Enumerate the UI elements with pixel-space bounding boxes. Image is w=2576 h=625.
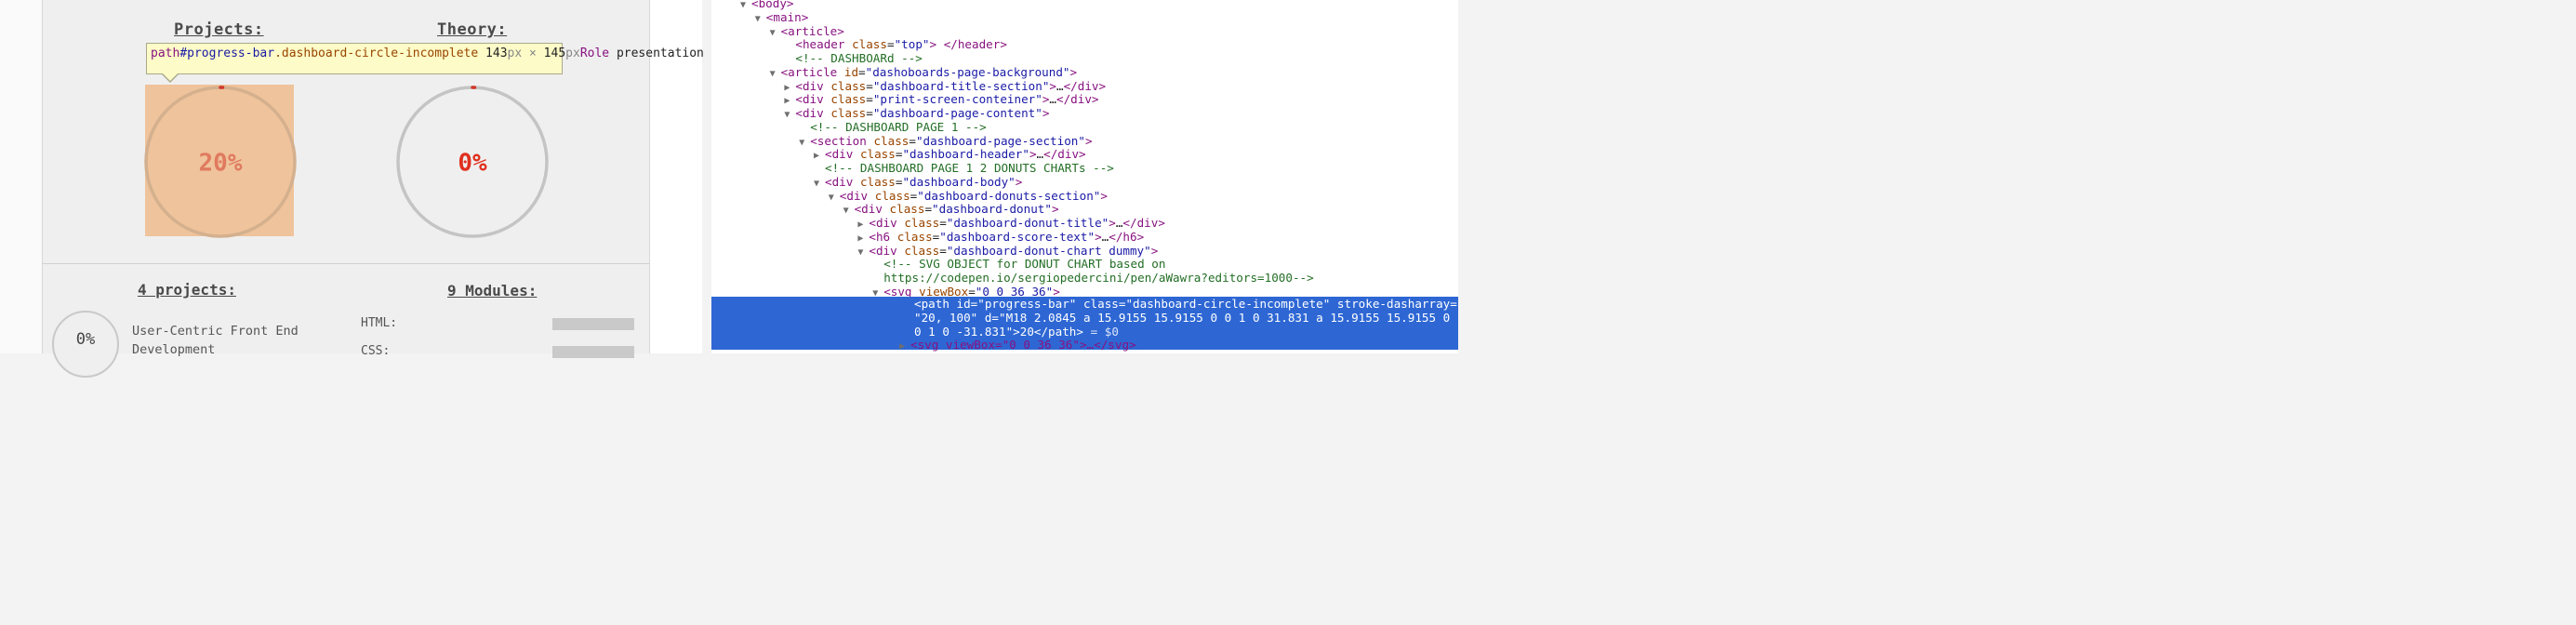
projects-count-title: 4 projects: (138, 281, 236, 299)
dom-node-line[interactable]: ▼ <body> (740, 0, 794, 10)
tooltip-arrow-fill (163, 73, 178, 81)
dom-node-line[interactable]: <header class="top"> </header> (784, 37, 1007, 51)
dom-node-line[interactable]: https://codepen.io/sergiopedercini/pen/a… (872, 271, 1314, 285)
dom-node-svg-collapsed[interactable]: ▶ <svg viewBox="0 0 36 36">…</svg> (899, 338, 1136, 352)
project-name-line-2: Development (132, 342, 216, 357)
dom-node-line[interactable]: <!-- DASHBOARD PAGE 1 2 DONUTS CHARTs --… (814, 161, 1114, 175)
collapse-triangle-icon[interactable]: ▼ (755, 12, 766, 26)
collapse-triangle-icon[interactable]: ▼ (799, 136, 810, 150)
modules-count-title: 9 Modules: (447, 282, 538, 299)
tooltip-element: path (151, 47, 180, 60)
projects-donut-chart: 20% (144, 86, 297, 238)
tooltip-id: #progress-bar (179, 47, 275, 60)
tooltip-times: × (522, 47, 544, 60)
projects-title: Projects: (174, 20, 264, 39)
dom-node-line[interactable]: <!-- SVG OBJECT for DONUT CHART based on (872, 257, 1165, 271)
collapse-triangle-icon[interactable]: ▼ (829, 191, 840, 205)
selected-node-line-1: <path id="progress-bar" class="dashboard… (914, 297, 1457, 311)
dom-node-line[interactable]: ▼ <div class="dashboard-donuts-section"> (829, 189, 1108, 203)
collapse-triangle-icon[interactable]: ▼ (740, 0, 751, 12)
collapse-triangle-icon[interactable]: ▼ (784, 108, 795, 122)
project-mini-percent: 0% (75, 330, 96, 349)
dom-node-line[interactable]: ▼ <div class="dashboard-body"> (814, 175, 1022, 189)
tooltip-role-value: presentation (616, 47, 704, 60)
page-edge (0, 0, 42, 353)
projects-percent: 20% (199, 150, 243, 178)
dom-node-line[interactable]: ▼ <article id="dashoboards-page-backgroun… (770, 65, 1078, 79)
dom-comment: <!-- DASHBOARd --> (795, 51, 923, 65)
dom-node-line[interactable]: ▶ <div class="dashboard-header">…</div> (814, 147, 1086, 161)
module-label-css: CSS: (361, 344, 391, 358)
collapse-triangle-icon[interactable]: ▼ (770, 26, 781, 40)
tooltip-height-unit: px (565, 47, 580, 60)
dom-node-text: <svg viewBox="0 0 36 36">…</svg> (910, 338, 1136, 352)
dom-node-line[interactable]: <!-- DASHBOARd --> (784, 51, 922, 65)
module-label-html: HTML: (361, 316, 398, 330)
dom-node-line[interactable]: ▼ <div class="dashboard-page-content"> (784, 106, 1049, 120)
dom-node-line[interactable]: ▼ <main> (755, 10, 809, 24)
dom-node-line[interactable]: ▶ <div class="dashboard-donut-title">…</d… (857, 216, 1165, 230)
dom-node-line[interactable]: <!-- DASHBOARD PAGE 1 --> (799, 120, 987, 134)
module-bar-css (552, 346, 634, 358)
dom-node-line[interactable]: ▶ <div class="dashboard-title-section">…<… (784, 79, 1106, 93)
tooltip-width: 143 (485, 47, 508, 60)
collapse-triangle-icon[interactable]: ▼ (770, 67, 781, 81)
collapse-triangle-icon[interactable]: ▼ (843, 204, 855, 218)
tooltip-role-label: Role (579, 47, 610, 60)
dom-node-line[interactable]: ▼ <div class="dashboard-donut"> (843, 202, 1059, 216)
dom-node-line[interactable]: ▼ <div class="dashboard-donut-chart dummy… (857, 244, 1158, 258)
dom-comment: <!-- DASHBOARD PAGE 1 --> (810, 119, 987, 134)
selected-node-line-3-text: 0 1 0 -31.831">20</path> (914, 325, 1083, 339)
theory-donut-chart: 0% (396, 86, 549, 238)
dom-node-line[interactable]: ▶ <h6 class="dashboard-score-text">…</h6> (857, 230, 1144, 244)
selected-node-suffix: = $0 (1082, 325, 1119, 339)
module-bar-html (552, 318, 634, 330)
dom-comment: <!-- SVG OBJECT for DONUT CHART based on (883, 257, 1166, 272)
tooltip-class: .dashboard-circle-incomplete (274, 47, 479, 60)
dom-comment: <!-- DASHBOARD PAGE 1 2 DONUTS CHARTs --… (825, 161, 1114, 175)
dom-node-line[interactable]: ▼ <article> (770, 24, 844, 38)
dom-node-line[interactable]: ▼ <section class="dashboard-page-section"… (799, 134, 1092, 148)
tooltip-width-unit: px (507, 47, 523, 60)
dom-node-line[interactable]: ▶ <div class="print-screen-conteiner">…</… (784, 92, 1098, 106)
dom-comment: https://codepen.io/sergiopedercini/pen/a… (883, 271, 1314, 285)
project-name-line-1: User-Centric Front End (132, 324, 299, 339)
section-divider (42, 263, 650, 264)
collapse-triangle-icon[interactable]: ▼ (857, 246, 869, 259)
theory-title: Theory: (437, 20, 508, 39)
element-tooltip: path#progress-bar.dashboard-circle-incom… (146, 43, 704, 74)
tooltip-height: 145 (543, 47, 566, 60)
selected-node-line-3: 0 1 0 -31.831">20</path> = $0 (914, 325, 1119, 339)
collapse-triangle-icon[interactable]: ▼ (814, 177, 825, 191)
selected-node-line-2: "20, 100" d="M18 2.0845 a 15.9155 15.915… (914, 311, 1451, 325)
expand-triangle-icon[interactable]: ▶ (899, 339, 910, 353)
theory-percent: 0% (458, 150, 487, 178)
